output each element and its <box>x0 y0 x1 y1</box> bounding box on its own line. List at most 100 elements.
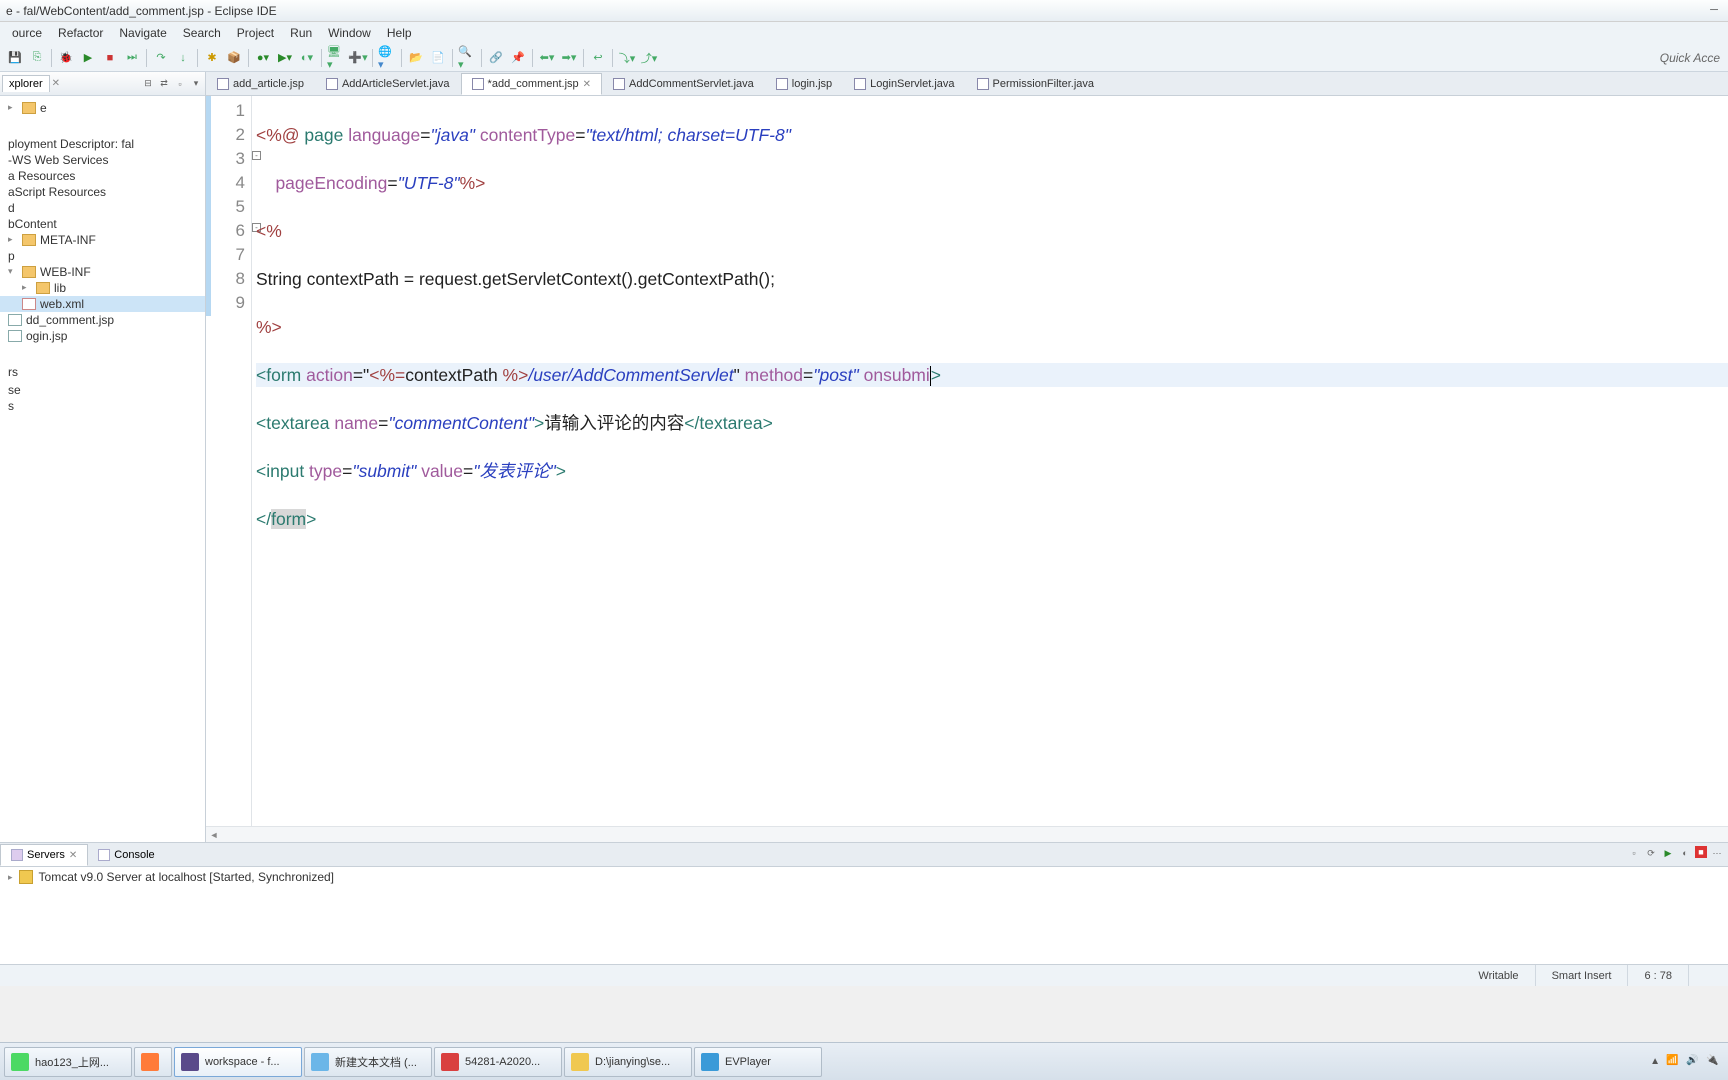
tree-item[interactable]: ▸e <box>0 100 205 116</box>
taskbar-button[interactable]: 新建文本文档 (... <box>304 1047 432 1077</box>
more-icon[interactable]: ⋯ <box>1710 846 1724 860</box>
editor-tab[interactable]: *add_comment.jsp✕ <box>461 73 603 95</box>
step-over-icon[interactable]: ↷ <box>152 49 170 67</box>
tree-item[interactable]: a Resources <box>0 168 205 184</box>
open-type-icon[interactable]: 📂 <box>407 49 425 67</box>
taskbar-button[interactable] <box>134 1047 172 1077</box>
system-tray[interactable]: ▲ 📶 🔊 🔌 <box>1650 1055 1724 1069</box>
new-server-icon[interactable]: ➕▾ <box>349 49 367 67</box>
tree-item[interactable]: s <box>0 398 205 414</box>
tray-wifi-icon[interactable]: 📶 <box>1666 1055 1680 1069</box>
link-editor-icon[interactable]: ⇄ <box>157 77 171 91</box>
tab-label: Console <box>114 849 154 861</box>
run-config-icon[interactable]: ●▾ <box>254 49 272 67</box>
menu-search[interactable]: Search <box>175 24 229 42</box>
tree-item[interactable]: se <box>0 382 205 398</box>
menu-help[interactable]: Help <box>379 24 420 42</box>
menu-bar: ource Refactor Navigate Search Project R… <box>0 22 1728 44</box>
menu-project[interactable]: Project <box>229 24 282 42</box>
new-pkg-icon[interactable]: 📦 <box>225 49 243 67</box>
tree-item[interactable]: ployment Descriptor: fal <box>0 136 205 152</box>
tree-item[interactable]: dd_comment.jsp <box>0 312 205 328</box>
tray-net-icon[interactable]: 🔌 <box>1706 1055 1720 1069</box>
code-wrap: 1 2 3 4 5 6 7 8 9 - - <%@ page language=… <box>206 96 1728 826</box>
run-icon[interactable]: ▶ <box>79 49 97 67</box>
taskbar-button[interactable]: hao123_上网... <box>4 1047 132 1077</box>
tree-item[interactable]: ▸META-INF <box>0 232 205 248</box>
link-icon[interactable]: 🔗 <box>487 49 505 67</box>
stop-icon[interactable]: ■ <box>101 49 119 67</box>
profile-server-icon[interactable]: ◐ <box>1678 846 1692 860</box>
editor-tab[interactable]: AddArticleServlet.java <box>315 73 461 95</box>
menu-refactor[interactable]: Refactor <box>50 24 111 42</box>
tree-item[interactable]: ▾WEB-INF <box>0 264 205 280</box>
taskbar-button[interactable]: D:\jianying\se... <box>564 1047 692 1077</box>
menu-navigate[interactable]: Navigate <box>111 24 174 42</box>
last-edit-icon[interactable]: ↩ <box>589 49 607 67</box>
servers-icon <box>11 849 23 861</box>
debug-icon[interactable]: 🐞 <box>57 49 75 67</box>
new-icon[interactable]: ✱ <box>203 49 221 67</box>
browser-icon[interactable]: 🌐▾ <box>378 49 396 67</box>
taskbar-button[interactable]: workspace - f... <box>174 1047 302 1077</box>
stop-server-icon[interactable]: ■ <box>1695 846 1707 858</box>
scroll-left-icon[interactable]: ◄ <box>208 829 220 841</box>
tree-item[interactable]: -WS Web Services <box>0 152 205 168</box>
code-editor[interactable]: <%@ page language="java" contentType="te… <box>252 96 1728 826</box>
tray-up-icon[interactable]: ▲ <box>1650 1056 1660 1067</box>
minimize-button[interactable]: ─ <box>1700 0 1728 20</box>
tree-item[interactable]: aScript Resources <box>0 184 205 200</box>
prev-ann-icon[interactable]: ⤴▾ <box>640 49 658 67</box>
quick-access[interactable]: Quick Acce <box>1660 51 1720 65</box>
tray-vol-icon[interactable]: 🔊 <box>1686 1055 1700 1069</box>
menu-run[interactable]: Run <box>282 24 320 42</box>
fwd-icon[interactable]: ➡▾ <box>560 49 578 67</box>
tree-item[interactable]: d <box>0 200 205 216</box>
editor-tab[interactable]: login.jsp <box>765 73 843 95</box>
server-row[interactable]: ▸ Tomcat v9.0 Server at localhost [Start… <box>0 867 1728 887</box>
taskbar-button[interactable]: 54281-A2020... <box>434 1047 562 1077</box>
focus-icon[interactable]: ▫ <box>173 77 187 91</box>
tree-item[interactable]: web.xml <box>0 296 205 312</box>
editor-tab[interactable]: add_article.jsp <box>206 73 315 95</box>
title-bar: e - fal/WebContent/add_comment.jsp - Ecl… <box>0 0 1728 22</box>
next-ann-icon[interactable]: ⤵▾ <box>618 49 636 67</box>
pin-icon[interactable]: 📌 <box>509 49 527 67</box>
project-explorer: xplorer ✕ ⊟ ⇄ ▫ ▾ ▸e ployment Descriptor:… <box>0 72 206 842</box>
line-gutter: 1 2 3 4 5 6 7 8 9 - - <box>206 96 252 826</box>
skip-icon[interactable]: ⏭ <box>123 49 141 67</box>
tree-item[interactable]: ogin.jsp <box>0 328 205 344</box>
new-server-btn-icon[interactable]: ▫ <box>1627 846 1641 860</box>
search2-icon[interactable]: 🔍▾ <box>458 49 476 67</box>
view-menu-icon[interactable]: ▾ <box>189 77 203 91</box>
menu-source[interactable]: ource <box>4 24 50 42</box>
back-icon[interactable]: ⬅▾ <box>538 49 556 67</box>
coverage-icon[interactable]: ◐▾ <box>298 49 316 67</box>
close-view-icon[interactable]: ✕ <box>52 78 60 89</box>
step-into-icon[interactable]: ↓ <box>174 49 192 67</box>
menu-window[interactable]: Window <box>320 24 379 42</box>
tree-item[interactable]: rs <box>0 364 205 380</box>
editor-tab[interactable]: AddCommentServlet.java <box>602 73 765 95</box>
start-server-icon[interactable]: ▶ <box>1661 846 1675 860</box>
explorer-tree[interactable]: ▸e ployment Descriptor: fal-WS Web Servic… <box>0 96 205 842</box>
tab-servers[interactable]: Servers ✕ <box>0 844 88 866</box>
tree-item[interactable]: p <box>0 248 205 264</box>
horizontal-scrollbar[interactable]: ◄ <box>206 826 1728 842</box>
server-icon[interactable]: 🖥▾ <box>327 49 345 67</box>
tree-item[interactable]: bContent <box>0 216 205 232</box>
open-task-icon[interactable]: 📄 <box>429 49 447 67</box>
collapse-all-icon[interactable]: ⊟ <box>141 77 155 91</box>
expand-icon[interactable]: ▸ <box>8 872 13 883</box>
publish-icon[interactable]: ⟳ <box>1644 846 1658 860</box>
save-icon[interactable]: 💾 <box>6 49 24 67</box>
save-all-icon[interactable]: ⎘ <box>28 49 46 67</box>
explorer-tab[interactable]: xplorer <box>2 75 50 92</box>
run-ext-icon[interactable]: ▶▾ <box>276 49 294 67</box>
tree-item[interactable]: ▸lib <box>0 280 205 296</box>
editor-tab[interactable]: PermissionFilter.java <box>966 73 1105 95</box>
taskbar-button[interactable]: EVPlayer <box>694 1047 822 1077</box>
close-icon[interactable]: ✕ <box>69 850 77 861</box>
editor-tab[interactable]: LoginServlet.java <box>843 73 965 95</box>
tab-console[interactable]: Console <box>88 844 164 866</box>
